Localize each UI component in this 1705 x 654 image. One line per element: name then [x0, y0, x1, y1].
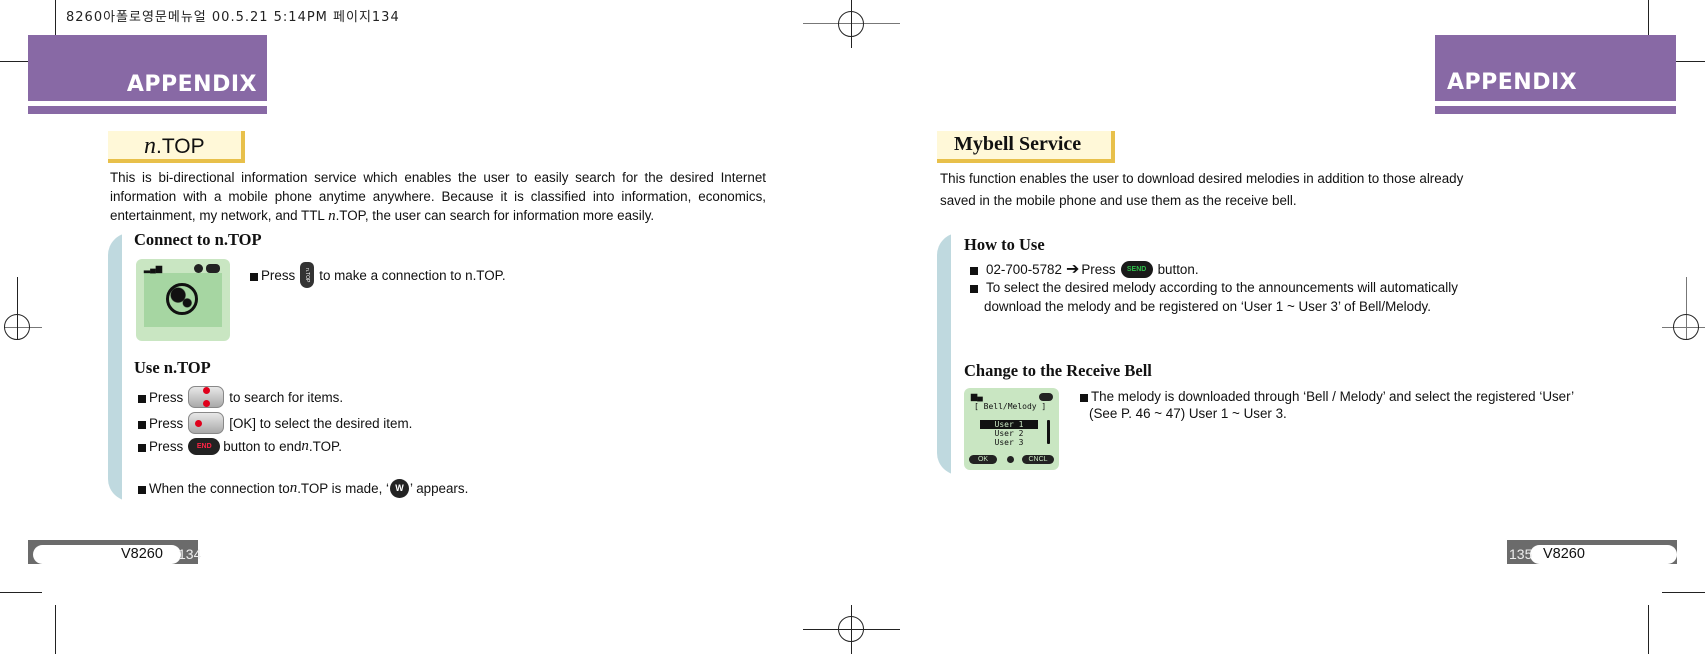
- how-to-use-step-continued: download the melody and be registered on…: [984, 299, 1431, 314]
- phone-screen-bell-melody: ▆▄ [ Bell/Melody ] User 1 User 2 User 3 …: [964, 388, 1059, 470]
- menu-item[interactable]: User 3: [980, 438, 1038, 447]
- end-key-icon: END: [188, 438, 221, 455]
- nav-key-ok-icon: [188, 412, 225, 434]
- status-icon: [194, 264, 203, 273]
- bullet-icon: [1080, 394, 1088, 402]
- nav-indicator-icon: [1007, 456, 1014, 463]
- appendix-label: APPENDIX: [126, 72, 257, 97]
- use-instruction: Press [OK] to select the desired item.: [138, 412, 412, 434]
- page-footer: 135 V8260: [1507, 540, 1677, 564]
- use-note: When the connection to n .TOP is made, ‘ …: [138, 479, 468, 498]
- footer-model: V8260: [1543, 546, 1585, 562]
- use-instruction: Press to search for items.: [138, 386, 343, 408]
- section-title: Mybell Service: [954, 133, 1082, 155]
- battery-icon: [1039, 393, 1053, 401]
- use-heading: Use n.TOP: [134, 358, 211, 377]
- appendix-underline: [1435, 106, 1676, 114]
- crop-mark: [1662, 592, 1705, 593]
- how-to-use-heading: How to Use: [964, 235, 1045, 254]
- appendix-underline: [28, 106, 267, 114]
- ntop-key-icon: n.TOP: [300, 262, 315, 288]
- bullet-icon: [138, 444, 146, 452]
- bullet-icon: [970, 285, 978, 293]
- footer-model: V8260: [121, 546, 163, 562]
- scrollbar: [1047, 420, 1050, 444]
- appendix-banner: APPENDIX: [28, 35, 267, 101]
- use-instruction: Press END button to end n .TOP.: [138, 438, 342, 455]
- connect-heading: Connect to n.TOP: [134, 230, 262, 249]
- menu-item[interactable]: User 2: [980, 429, 1038, 438]
- bullet-icon: [970, 267, 978, 275]
- phone-screen-ntop: ▂▄▆: [136, 259, 230, 341]
- arrow-right-icon: ➔: [1065, 260, 1080, 278]
- ntop-indicator-icon: W: [390, 479, 409, 498]
- bullet-icon: [138, 486, 146, 494]
- appendix-banner: APPENDIX: [1435, 35, 1676, 101]
- section-title: n.TOP: [144, 133, 205, 159]
- footer-page-number: 134: [178, 546, 202, 562]
- crop-mark: [55, 605, 56, 654]
- section-title-box: Mybell Service: [937, 131, 1115, 163]
- bullet-icon: [250, 272, 258, 281]
- connect-instruction: Press n.TOP to make a connection to n.TO…: [250, 262, 506, 288]
- battery-icon: [206, 264, 220, 273]
- globe-icon: [166, 283, 198, 315]
- how-to-use-step: To select the desired melody according t…: [970, 280, 1458, 295]
- send-key-icon: SEND: [1120, 261, 1153, 278]
- bullet-icon: [138, 394, 146, 403]
- signal-icon: ▂▄▆: [144, 264, 162, 273]
- bullet-icon: [138, 420, 146, 429]
- crop-mark: [1648, 605, 1649, 654]
- print-slug: 8260아폴로영문메뉴얼 00.5.21 5:14PM 페이지134: [66, 10, 400, 25]
- menu-item-selected[interactable]: User 1: [980, 420, 1038, 429]
- softkey-ok[interactable]: OK: [969, 455, 997, 464]
- screen-title: [ Bell/Melody ]: [974, 402, 1047, 411]
- page-footer: V8260 134: [28, 540, 202, 564]
- nav-key-updown-icon: [188, 386, 225, 408]
- footer-page-number: 135: [1509, 546, 1533, 562]
- signal-icon: ▆▄: [971, 392, 983, 401]
- how-to-use-step: 02-700-5782 ➔ Press SEND button.: [970, 261, 1199, 278]
- intro-paragraph: This function enables the user to downlo…: [940, 171, 1464, 208]
- change-bell-instruction: The melody is downloaded through ‘Bell /…: [1080, 389, 1574, 404]
- softkey-cancel[interactable]: CNCL: [1022, 455, 1054, 464]
- change-bell-instruction-continued: (See P. 46 ~ 47) User 1 ~ User 3.: [1089, 406, 1287, 421]
- change-bell-heading: Change to the Receive Bell: [964, 361, 1152, 380]
- section-title-box: n.TOP: [108, 131, 245, 163]
- appendix-label: APPENDIX: [1447, 70, 1578, 95]
- intro-paragraph: This is bi-directional information servi…: [110, 170, 766, 224]
- crop-mark: [0, 592, 42, 593]
